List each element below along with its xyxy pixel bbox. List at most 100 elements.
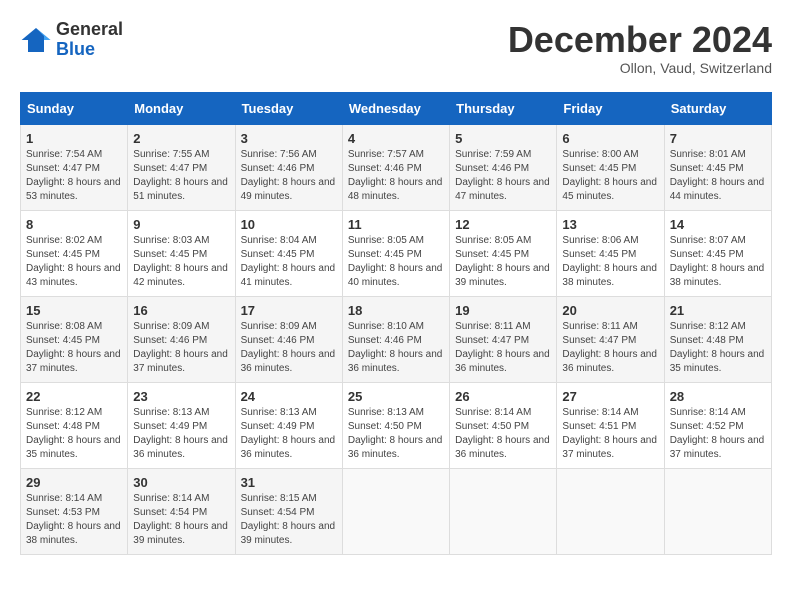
calendar-body: 1 Sunrise: 7:54 AMSunset: 4:47 PMDaylight…	[21, 124, 772, 554]
day-cell: 8 Sunrise: 8:02 AMSunset: 4:45 PMDaylight…	[21, 210, 128, 296]
day-cell	[557, 468, 664, 554]
day-detail: Sunrise: 7:54 AMSunset: 4:47 PMDaylight:…	[26, 148, 122, 204]
day-cell: 9 Sunrise: 8:03 AMSunset: 4:45 PMDaylight…	[128, 210, 235, 296]
day-cell: 22 Sunrise: 8:12 AMSunset: 4:48 PMDayligh…	[21, 382, 128, 468]
day-number: 18	[348, 303, 444, 318]
day-number: 8	[26, 217, 122, 232]
day-cell	[342, 468, 449, 554]
day-cell: 11 Sunrise: 8:05 AMSunset: 4:45 PMDayligh…	[342, 210, 449, 296]
day-number: 23	[133, 389, 229, 404]
column-header-saturday: Saturday	[664, 92, 771, 124]
day-cell: 29 Sunrise: 8:14 AMSunset: 4:53 PMDayligh…	[21, 468, 128, 554]
day-detail: Sunrise: 7:55 AMSunset: 4:47 PMDaylight:…	[133, 148, 229, 204]
day-detail: Sunrise: 8:15 AMSunset: 4:54 PMDaylight:…	[241, 492, 337, 548]
day-cell: 14 Sunrise: 8:07 AMSunset: 4:45 PMDayligh…	[664, 210, 771, 296]
week-row-2: 8 Sunrise: 8:02 AMSunset: 4:45 PMDaylight…	[21, 210, 772, 296]
day-detail: Sunrise: 8:11 AMSunset: 4:47 PMDaylight:…	[562, 320, 658, 376]
day-number: 20	[562, 303, 658, 318]
day-detail: Sunrise: 8:05 AMSunset: 4:45 PMDaylight:…	[455, 234, 551, 290]
logo: General Blue	[20, 20, 123, 60]
day-detail: Sunrise: 8:06 AMSunset: 4:45 PMDaylight:…	[562, 234, 658, 290]
day-cell: 5 Sunrise: 7:59 AMSunset: 4:46 PMDaylight…	[450, 124, 557, 210]
day-detail: Sunrise: 8:13 AMSunset: 4:50 PMDaylight:…	[348, 406, 444, 462]
calendar-table: SundayMondayTuesdayWednesdayThursdayFrid…	[20, 92, 772, 555]
column-header-monday: Monday	[128, 92, 235, 124]
week-row-5: 29 Sunrise: 8:14 AMSunset: 4:53 PMDayligh…	[21, 468, 772, 554]
column-header-thursday: Thursday	[450, 92, 557, 124]
day-detail: Sunrise: 8:01 AMSunset: 4:45 PMDaylight:…	[670, 148, 766, 204]
day-detail: Sunrise: 7:59 AMSunset: 4:46 PMDaylight:…	[455, 148, 551, 204]
day-number: 21	[670, 303, 766, 318]
day-detail: Sunrise: 8:14 AMSunset: 4:52 PMDaylight:…	[670, 406, 766, 462]
day-cell: 4Sunrise: 7:57 AMSunset: 4:46 PMDaylight…	[342, 124, 449, 210]
day-detail: Sunrise: 8:05 AMSunset: 4:45 PMDaylight:…	[348, 234, 444, 290]
day-number: 5	[455, 131, 551, 146]
day-number: 28	[670, 389, 766, 404]
logo-icon	[20, 24, 52, 56]
day-cell: 31 Sunrise: 8:15 AMSunset: 4:54 PMDayligh…	[235, 468, 342, 554]
day-cell: 13Sunrise: 8:06 AMSunset: 4:45 PMDayligh…	[557, 210, 664, 296]
day-detail: Sunrise: 8:11 AMSunset: 4:47 PMDaylight:…	[455, 320, 551, 376]
day-number: 29	[26, 475, 122, 490]
logo-text: General Blue	[56, 20, 123, 60]
day-number: 17	[241, 303, 337, 318]
location-subtitle: Ollon, Vaud, Switzerland	[508, 60, 772, 76]
day-cell: 17 Sunrise: 8:09 AMSunset: 4:46 PMDayligh…	[235, 296, 342, 382]
day-detail: Sunrise: 8:14 AMSunset: 4:51 PMDaylight:…	[562, 406, 658, 462]
day-detail: Sunrise: 8:14 AMSunset: 4:53 PMDaylight:…	[26, 492, 122, 548]
day-cell: 15Sunrise: 8:08 AMSunset: 4:45 PMDayligh…	[21, 296, 128, 382]
day-detail: Sunrise: 8:14 AMSunset: 4:54 PMDaylight:…	[133, 492, 229, 548]
day-number: 15	[26, 303, 122, 318]
column-header-tuesday: Tuesday	[235, 92, 342, 124]
day-cell: 30Sunrise: 8:14 AMSunset: 4:54 PMDayligh…	[128, 468, 235, 554]
day-cell: 6 Sunrise: 8:00 AMSunset: 4:45 PMDaylight…	[557, 124, 664, 210]
day-detail: Sunrise: 8:09 AMSunset: 4:46 PMDaylight:…	[241, 320, 337, 376]
day-detail: Sunrise: 8:10 AMSunset: 4:46 PMDaylight:…	[348, 320, 444, 376]
day-number: 3	[241, 131, 337, 146]
header-row: SundayMondayTuesdayWednesdayThursdayFrid…	[21, 92, 772, 124]
day-detail: Sunrise: 8:02 AMSunset: 4:45 PMDaylight:…	[26, 234, 122, 290]
day-cell: 7 Sunrise: 8:01 AMSunset: 4:45 PMDaylight…	[664, 124, 771, 210]
week-row-4: 22 Sunrise: 8:12 AMSunset: 4:48 PMDayligh…	[21, 382, 772, 468]
day-cell: 1 Sunrise: 7:54 AMSunset: 4:47 PMDaylight…	[21, 124, 128, 210]
day-cell: 10 Sunrise: 8:04 AMSunset: 4:45 PMDayligh…	[235, 210, 342, 296]
day-cell	[664, 468, 771, 554]
day-cell: 19Sunrise: 8:11 AMSunset: 4:47 PMDayligh…	[450, 296, 557, 382]
day-detail: Sunrise: 8:13 AMSunset: 4:49 PMDaylight:…	[133, 406, 229, 462]
title-block: December 2024 Ollon, Vaud, Switzerland	[508, 20, 772, 76]
day-number: 11	[348, 217, 444, 232]
column-header-wednesday: Wednesday	[342, 92, 449, 124]
day-number: 25	[348, 389, 444, 404]
page-header: General Blue December 2024 Ollon, Vaud, …	[20, 20, 772, 76]
day-number: 2	[133, 131, 229, 146]
day-cell: 21 Sunrise: 8:12 AMSunset: 4:48 PMDayligh…	[664, 296, 771, 382]
day-number: 22	[26, 389, 122, 404]
week-row-3: 15Sunrise: 8:08 AMSunset: 4:45 PMDayligh…	[21, 296, 772, 382]
day-number: 24	[241, 389, 337, 404]
day-number: 26	[455, 389, 551, 404]
day-detail: Sunrise: 8:03 AMSunset: 4:45 PMDaylight:…	[133, 234, 229, 290]
day-cell: 24Sunrise: 8:13 AMSunset: 4:49 PMDayligh…	[235, 382, 342, 468]
day-detail: Sunrise: 8:12 AMSunset: 4:48 PMDaylight:…	[26, 406, 122, 462]
column-header-sunday: Sunday	[21, 92, 128, 124]
day-number: 31	[241, 475, 337, 490]
day-cell: 3 Sunrise: 7:56 AMSunset: 4:46 PMDaylight…	[235, 124, 342, 210]
day-detail: Sunrise: 8:07 AMSunset: 4:45 PMDaylight:…	[670, 234, 766, 290]
day-number: 10	[241, 217, 337, 232]
day-cell: 25 Sunrise: 8:13 AMSunset: 4:50 PMDayligh…	[342, 382, 449, 468]
day-number: 14	[670, 217, 766, 232]
day-number: 7	[670, 131, 766, 146]
day-number: 9	[133, 217, 229, 232]
day-number: 4	[348, 131, 444, 146]
day-detail: Sunrise: 8:00 AMSunset: 4:45 PMDaylight:…	[562, 148, 658, 204]
day-number: 1	[26, 131, 122, 146]
day-detail: Sunrise: 7:56 AMSunset: 4:46 PMDaylight:…	[241, 148, 337, 204]
day-cell: 20 Sunrise: 8:11 AMSunset: 4:47 PMDayligh…	[557, 296, 664, 382]
day-detail: Sunrise: 8:04 AMSunset: 4:45 PMDaylight:…	[241, 234, 337, 290]
day-cell: 26Sunrise: 8:14 AMSunset: 4:50 PMDayligh…	[450, 382, 557, 468]
day-cell: 16Sunrise: 8:09 AMSunset: 4:46 PMDayligh…	[128, 296, 235, 382]
day-number: 6	[562, 131, 658, 146]
day-cell	[450, 468, 557, 554]
day-cell: 2 Sunrise: 7:55 AMSunset: 4:47 PMDaylight…	[128, 124, 235, 210]
day-detail: Sunrise: 8:12 AMSunset: 4:48 PMDaylight:…	[670, 320, 766, 376]
